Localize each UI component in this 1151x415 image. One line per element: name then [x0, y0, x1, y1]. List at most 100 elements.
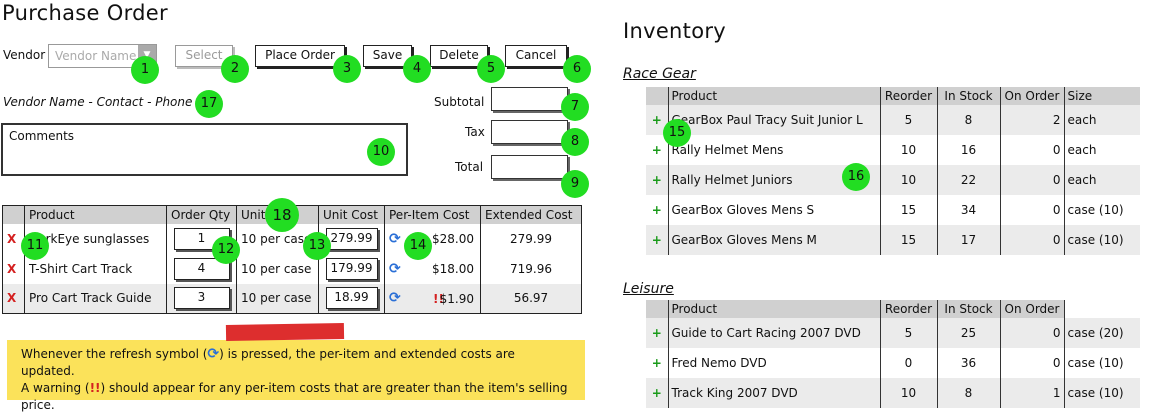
tax-label: Tax: [465, 125, 485, 139]
add-icon[interactable]: +: [652, 386, 662, 400]
annotation-badge: 8: [561, 128, 589, 156]
remove-icon[interactable]: X: [7, 232, 16, 246]
tax-field[interactable]: [491, 120, 568, 144]
annotation-badge: 1: [131, 56, 159, 84]
cancel-button[interactable]: Cancel: [505, 45, 567, 67]
vendor-label: Vendor: [3, 48, 46, 62]
extended-cost: 56.97: [480, 283, 582, 314]
size-value: case (10): [1063, 348, 1140, 378]
on-order-value: 0: [999, 195, 1064, 225]
table-row: + Guide to Cart Racing 2007 DVD 5 25 0 c…: [646, 318, 1140, 348]
col-in-stock: In Stock: [936, 300, 1000, 318]
reorder-value: 10: [879, 378, 937, 408]
table-row: X Pro Cart Track Guide 3 10 per case 18.…: [2, 283, 582, 314]
order-qty-input[interactable]: 3: [173, 287, 230, 310]
total-field[interactable]: [491, 155, 568, 179]
size-value: each: [1063, 135, 1140, 165]
on-order-value: 0: [999, 165, 1064, 195]
remove-icon[interactable]: X: [7, 291, 16, 305]
add-icon[interactable]: +: [652, 356, 662, 370]
col-size: Size: [1063, 87, 1140, 105]
col-product: Product: [667, 300, 880, 318]
annotation-badge: 11: [21, 232, 49, 260]
annotation-badge: 13: [303, 232, 331, 260]
annotation-badge: 17: [195, 90, 223, 118]
size-value: each: [1063, 105, 1140, 135]
extended-cost: 279.99: [480, 223, 582, 254]
col-in-stock: In Stock: [936, 87, 1000, 105]
note-text-2a: A warning (: [21, 381, 90, 395]
annotation-badge: 2: [221, 55, 249, 83]
place-order-button[interactable]: Place Order: [255, 45, 345, 67]
add-icon[interactable]: +: [652, 203, 662, 217]
extended-cost: 719.96: [480, 253, 582, 284]
table-row: + GearBox Gloves Mens S 15 34 0 case (10…: [646, 195, 1140, 225]
col-reorder: Reorder: [879, 300, 937, 318]
reorder-value: 10: [879, 135, 937, 165]
annotation-badge: 14: [404, 232, 432, 260]
annotation-badge: 12: [212, 236, 240, 264]
reorder-value: 0: [879, 348, 937, 378]
subtotal-label: Subtotal: [434, 95, 485, 109]
col-reorder: Reorder: [879, 87, 937, 105]
annotation-badge: 16: [842, 163, 870, 191]
col-on-order: On Order: [999, 300, 1064, 318]
in-stock-value: 36: [936, 348, 1000, 378]
refresh-icon[interactable]: ⟳: [389, 231, 401, 247]
annotation-badge: 9: [561, 170, 589, 198]
unit-cost-input[interactable]: 18.99: [325, 287, 378, 310]
subtotal-field[interactable]: [491, 87, 568, 111]
unit-cost-input[interactable]: 279.99: [325, 227, 378, 250]
add-icon[interactable]: +: [652, 173, 662, 187]
table-row: + GearBox Paul Tracy Suit Junior L 5 8 2…: [646, 105, 1140, 135]
product-name: Track King 2007 DVD: [667, 378, 880, 408]
comments-label: Comments: [9, 129, 75, 143]
in-stock-value: 34: [936, 195, 1000, 225]
leisure-table: Product Reorder In Stock On Order + Guid…: [646, 300, 1140, 408]
remove-icon[interactable]: X: [7, 262, 16, 276]
note-text-1a: Whenever the refresh symbol (: [21, 347, 208, 361]
in-stock-value: 17: [936, 225, 1000, 255]
size-value: each: [1063, 165, 1140, 195]
vendor-contact-info: Vendor Name - Contact - Phone: [3, 95, 193, 109]
col-extended-cost: Extended Cost: [480, 205, 582, 224]
add-icon[interactable]: +: [652, 326, 662, 340]
sticky-note: Whenever the refresh symbol (⟳) is press…: [7, 340, 585, 412]
po-title: Purchase Order: [2, 1, 168, 25]
col-size: [1063, 300, 1140, 318]
col-product: Product: [24, 205, 167, 224]
table-row: + Track King 2007 DVD 10 8 1 case (10): [646, 378, 1140, 408]
on-order-value: 0: [999, 348, 1064, 378]
warning-icon: !!: [89, 381, 101, 395]
on-order-value: 1: [999, 378, 1064, 408]
table-row: + Rally Helmet Mens 10 16 0 each: [646, 135, 1140, 165]
reorder-value: 10: [879, 165, 937, 195]
col-add: [646, 300, 668, 318]
refresh-icon[interactable]: ⟳: [389, 261, 401, 277]
product-name: GearBox Gloves Mens M: [667, 225, 880, 255]
add-icon[interactable]: +: [652, 113, 662, 127]
inventory-title: Inventory: [623, 19, 727, 43]
col-unit-cost: Unit Cost: [318, 205, 385, 224]
note-tape: [225, 322, 345, 342]
refresh-icon[interactable]: ⟳: [389, 290, 401, 306]
unit-cost-input[interactable]: 179.99: [325, 257, 378, 280]
add-icon[interactable]: +: [652, 233, 662, 247]
annotation-badge: 7: [561, 93, 589, 121]
per-item-cost: $18.00: [432, 261, 474, 276]
race-gear-table: Product Reorder In Stock On Order Size +…: [646, 87, 1140, 255]
leisure-title: Leisure: [623, 281, 674, 297]
unit-text: 10 per case: [236, 283, 319, 314]
product-name: GearBox Gloves Mens S: [667, 195, 880, 225]
on-order-value: 0: [999, 225, 1064, 255]
col-per-item-cost: Per-Item Cost: [384, 205, 481, 224]
add-icon[interactable]: +: [652, 143, 662, 157]
annotation-badge: 4: [403, 55, 431, 83]
annotation-badge: 6: [563, 55, 591, 83]
note-text-3: price.: [21, 398, 55, 412]
comments-textarea[interactable]: Comments: [1, 123, 408, 176]
race-gear-title: Race Gear: [623, 66, 696, 82]
product-name: GearBox Paul Tracy Suit Junior L: [667, 105, 880, 135]
annotation-badge: 10: [367, 138, 395, 166]
per-item-cost: $28.00: [432, 231, 474, 246]
